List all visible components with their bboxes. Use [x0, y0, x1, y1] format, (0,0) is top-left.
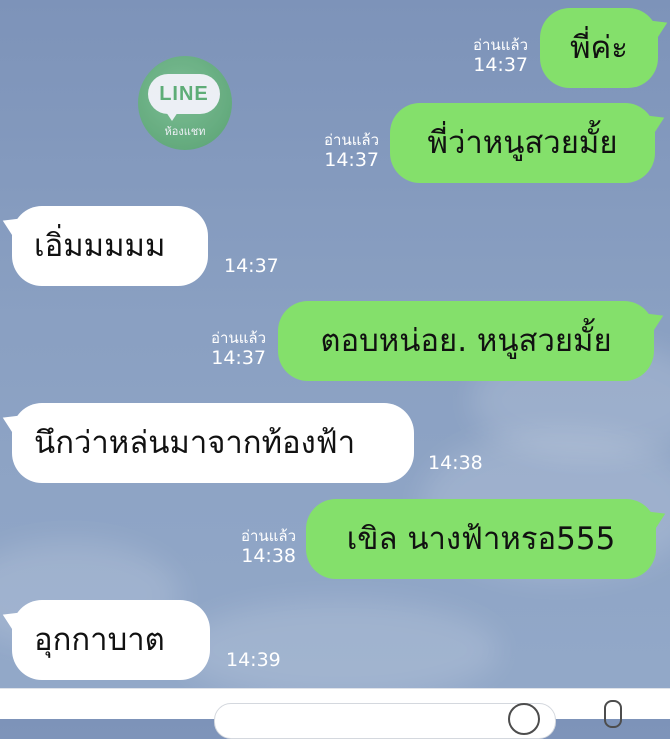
message-bubble-sent[interactable]: พี่ค่ะ	[540, 8, 658, 88]
message-text: พี่ค่ะ	[570, 30, 628, 66]
line-logo-text: LINE	[148, 74, 220, 121]
message-meta: อ่านแล้ว 14:37	[473, 36, 528, 77]
message-text: นึกว่าหล่นมาจากท้องฟ้า	[34, 425, 356, 461]
message-time: 14:37	[224, 255, 279, 277]
mic-icon[interactable]	[604, 700, 622, 728]
message-time: 14:38	[428, 452, 483, 474]
message-meta: อ่านแล้ว 14:37	[211, 329, 266, 370]
line-logo-subtext: ห้องแชท	[164, 125, 206, 138]
message-text: พี่ว่าหนูสวยมั้ย	[427, 125, 618, 161]
read-receipt: อ่านแล้ว	[241, 527, 296, 545]
message-time: 14:37	[324, 149, 379, 171]
message-time: 14:37	[473, 54, 528, 76]
message-meta: อ่านแล้ว 14:37	[324, 131, 379, 172]
read-receipt: อ่านแล้ว	[473, 36, 528, 54]
message-text: เขิล นางฟ้าหรอ555	[346, 521, 616, 557]
message-time: 14:38	[241, 545, 296, 567]
message-text: อุกกาบาต	[34, 622, 165, 658]
message-bubble-sent[interactable]: พี่ว่าหนูสวยมั้ย	[390, 103, 655, 183]
read-receipt: อ่านแล้ว	[211, 329, 266, 347]
message-text: เอิ่มมมมม	[34, 228, 166, 264]
message-time: 14:39	[226, 649, 281, 671]
message-bubble-received[interactable]: นึกว่าหล่นมาจากท้องฟ้า	[12, 403, 414, 483]
read-receipt: อ่านแล้ว	[324, 131, 379, 149]
message-meta: อ่านแล้ว 14:38	[241, 527, 296, 568]
message-bubble-received[interactable]: เอิ่มมมมม	[12, 206, 208, 286]
sky-cloud	[180, 600, 500, 688]
message-input[interactable]	[214, 703, 556, 739]
message-time: 14:37	[211, 347, 266, 369]
message-bubble-received[interactable]: อุกกาบาต	[12, 600, 210, 680]
line-watermark-logo: LINE ห้องแชท	[138, 56, 232, 150]
message-input-bar	[0, 688, 670, 739]
emoji-icon[interactable]	[508, 703, 540, 735]
message-bubble-sent[interactable]: ตอบหน่อย. หนูสวยมั้ย	[278, 301, 654, 381]
message-bubble-sent[interactable]: เขิล นางฟ้าหรอ555	[306, 499, 656, 579]
chat-area: LINE ห้องแชท อ่านแล้ว 14:37 พี่ค่ะ อ่านแ…	[0, 0, 670, 688]
message-text: ตอบหน่อย. หนูสวยมั้ย	[320, 323, 612, 359]
